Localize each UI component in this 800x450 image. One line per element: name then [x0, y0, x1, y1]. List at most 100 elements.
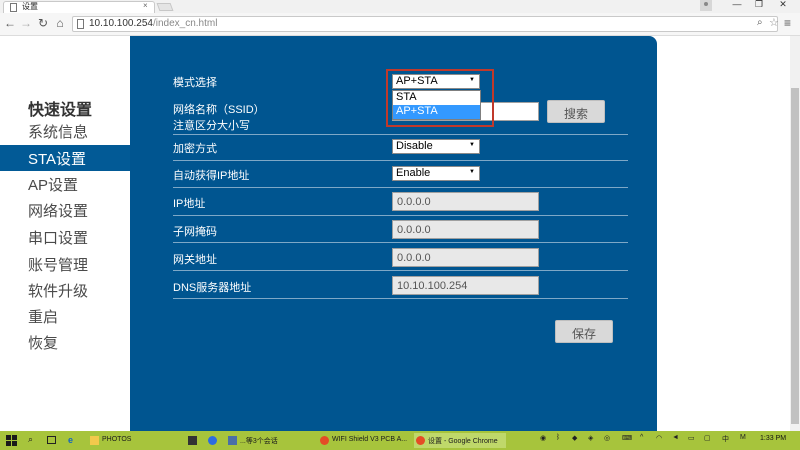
- windows-start-icon[interactable]: [4, 433, 20, 448]
- zoom-icon[interactable]: ⌕: [757, 17, 763, 28]
- close-window-button[interactable]: ✕: [772, 0, 794, 10]
- reload-icon[interactable]: ↻: [36, 16, 50, 30]
- ip-address-value: 0.0.0.0: [397, 196, 431, 208]
- chrome-menu-icon[interactable]: ≡: [784, 16, 791, 30]
- sidebar-item-system-info[interactable]: 系统信息: [0, 118, 130, 144]
- language-icon[interactable]: 中: [722, 434, 729, 444]
- taskbar-item-label: ...等3个会话: [240, 438, 278, 445]
- row-divider: [173, 187, 628, 188]
- row-divider: [173, 242, 628, 243]
- taskbar-item-chat[interactable]: ...等3个会话: [226, 433, 312, 448]
- taskbar-clock[interactable]: 1:33 PM: [760, 435, 786, 442]
- dns-label: DNS服务器地址: [173, 282, 252, 294]
- notification-icon[interactable]: ▢: [704, 434, 711, 442]
- page-scrollbar[interactable]: [790, 36, 800, 431]
- ip-address-input[interactable]: 0.0.0.0: [392, 192, 539, 211]
- taskbar-item-photos[interactable]: PHOTOS: [88, 433, 178, 448]
- browser-tab[interactable]: 设置 ×: [3, 1, 155, 13]
- taskbar-item-label: PHOTOS: [102, 436, 132, 443]
- sidebar-item-label: 系统信息: [28, 124, 89, 141]
- page-icon: [10, 3, 17, 12]
- url-text: 10.10.100.254/index_cn.html: [89, 18, 217, 29]
- sidebar-item-serial-settings[interactable]: 串口设置: [0, 224, 130, 250]
- save-button-label: 保存: [571, 327, 596, 341]
- chat-icon: [228, 436, 237, 445]
- forward-icon[interactable]: →: [19, 16, 33, 30]
- user-profile-icon[interactable]: [700, 0, 712, 11]
- store-icon[interactable]: [186, 433, 202, 448]
- row-divider: [173, 160, 628, 161]
- sidebar-item-label: 重启: [28, 309, 59, 326]
- dns-input[interactable]: 10.10.100.254: [392, 276, 539, 295]
- sidebar-item-label: 串口设置: [28, 230, 89, 247]
- save-button[interactable]: 保存: [555, 320, 613, 343]
- tray-icon[interactable]: ◉: [540, 434, 546, 442]
- encryption-select-value: Disable: [396, 140, 433, 152]
- dns-value: 10.10.100.254: [397, 280, 468, 292]
- scrollbar-thumb[interactable]: [791, 88, 799, 424]
- settings-panel: 模式选择 AP+STA ▼ 网络名称（SSID） 注意区分大小写 搜索 加密方式…: [130, 36, 657, 431]
- sidebar-item-account[interactable]: 账号管理: [0, 251, 130, 277]
- ssid-case-note: 注意区分大小写: [173, 120, 250, 132]
- bluetooth-icon[interactable]: ᛒ: [556, 434, 560, 441]
- edge-browser-icon[interactable]: e: [64, 433, 80, 448]
- taskbar-item-wifi-shield[interactable]: WIFI Shield V3 PCB A...: [318, 433, 410, 448]
- row-divider: [173, 298, 628, 299]
- tab-close-icon[interactable]: ×: [143, 1, 148, 10]
- app-glyph: [208, 436, 217, 445]
- tray-icon[interactable]: ◆: [572, 434, 577, 442]
- back-icon[interactable]: ←: [3, 16, 17, 30]
- task-view-icon[interactable]: [44, 433, 60, 448]
- sidebar-item-ap-settings[interactable]: AP设置: [0, 171, 130, 197]
- sidebar-item-network-settings[interactable]: 网络设置: [0, 197, 130, 223]
- chevron-down-icon: ▼: [469, 169, 475, 175]
- dhcp-select[interactable]: Enable ▼: [392, 166, 480, 181]
- ip-label: IP地址: [173, 198, 206, 210]
- dhcp-select-value: Enable: [396, 167, 431, 179]
- chrome-icon: [416, 436, 425, 445]
- restore-button[interactable]: ❐: [748, 0, 770, 10]
- url-host: 10.10.100.254: [89, 18, 153, 29]
- taskbar-item-label: 设置 - Google Chrome: [428, 438, 498, 445]
- row-divider: [173, 134, 628, 135]
- sidebar-item-upgrade[interactable]: 软件升级: [0, 277, 130, 303]
- home-icon[interactable]: ⌂: [53, 16, 67, 30]
- battery-icon[interactable]: ▭: [688, 434, 695, 442]
- sidebar-item-label: AP设置: [28, 177, 79, 194]
- annotation-highlight-box: [386, 69, 494, 127]
- taskbar: ⌕ e PHOTOS ...等3个会话 WIFI Shield V3 PCB A…: [0, 431, 800, 450]
- encryption-label: 加密方式: [173, 143, 217, 155]
- sidebar-item-sta-settings[interactable]: STA设置: [0, 145, 130, 171]
- ime-icon[interactable]: M: [740, 434, 746, 441]
- search-button[interactable]: 搜索: [547, 100, 605, 123]
- bookmark-star-icon[interactable]: ☆: [769, 16, 779, 29]
- chevron-down-icon: ▼: [469, 142, 475, 148]
- subnet-mask-input[interactable]: 0.0.0.0: [392, 220, 539, 239]
- chevron-up-icon[interactable]: ^: [640, 434, 643, 441]
- subnet-mask-label: 子网掩码: [173, 226, 217, 238]
- sidebar-item-reboot[interactable]: 重启: [0, 303, 130, 329]
- wifi-icon[interactable]: ◠: [656, 434, 662, 442]
- mode-label: 模式选择: [173, 77, 217, 89]
- volume-icon[interactable]: ◄: [672, 434, 679, 441]
- dhcp-label: 自动获得IP地址: [173, 170, 250, 182]
- tab-title: 设置: [22, 2, 38, 11]
- folder-icon: [90, 436, 99, 445]
- page-viewport: 快速设置 系统信息 STA设置 AP设置 网络设置 串口设置 账号管理 软件升级…: [0, 36, 800, 431]
- sidebar-item-restore[interactable]: 恢复: [0, 329, 130, 355]
- search-icon[interactable]: ⌕: [24, 433, 40, 448]
- taskbar-item-settings-chrome[interactable]: 设置 - Google Chrome: [414, 433, 506, 448]
- sidebar-item-label: 软件升级: [28, 283, 89, 300]
- ssid-label: 网络名称（SSID）: [173, 104, 265, 116]
- subnet-mask-value: 0.0.0.0: [397, 224, 431, 236]
- gateway-input[interactable]: 0.0.0.0: [392, 248, 539, 267]
- address-bar[interactable]: 10.10.100.254/index_cn.html ⌕ ☆: [72, 16, 779, 32]
- new-tab-button[interactable]: [156, 3, 174, 11]
- shield-icon[interactable]: ◈: [588, 434, 593, 442]
- store-glyph: [188, 436, 197, 445]
- app-icon[interactable]: [206, 433, 222, 448]
- keyboard-icon[interactable]: ⌨: [622, 434, 632, 442]
- encryption-select[interactable]: Disable ▼: [392, 139, 480, 154]
- tray-icon[interactable]: ◎: [604, 434, 610, 442]
- minimize-button[interactable]: —: [726, 0, 748, 9]
